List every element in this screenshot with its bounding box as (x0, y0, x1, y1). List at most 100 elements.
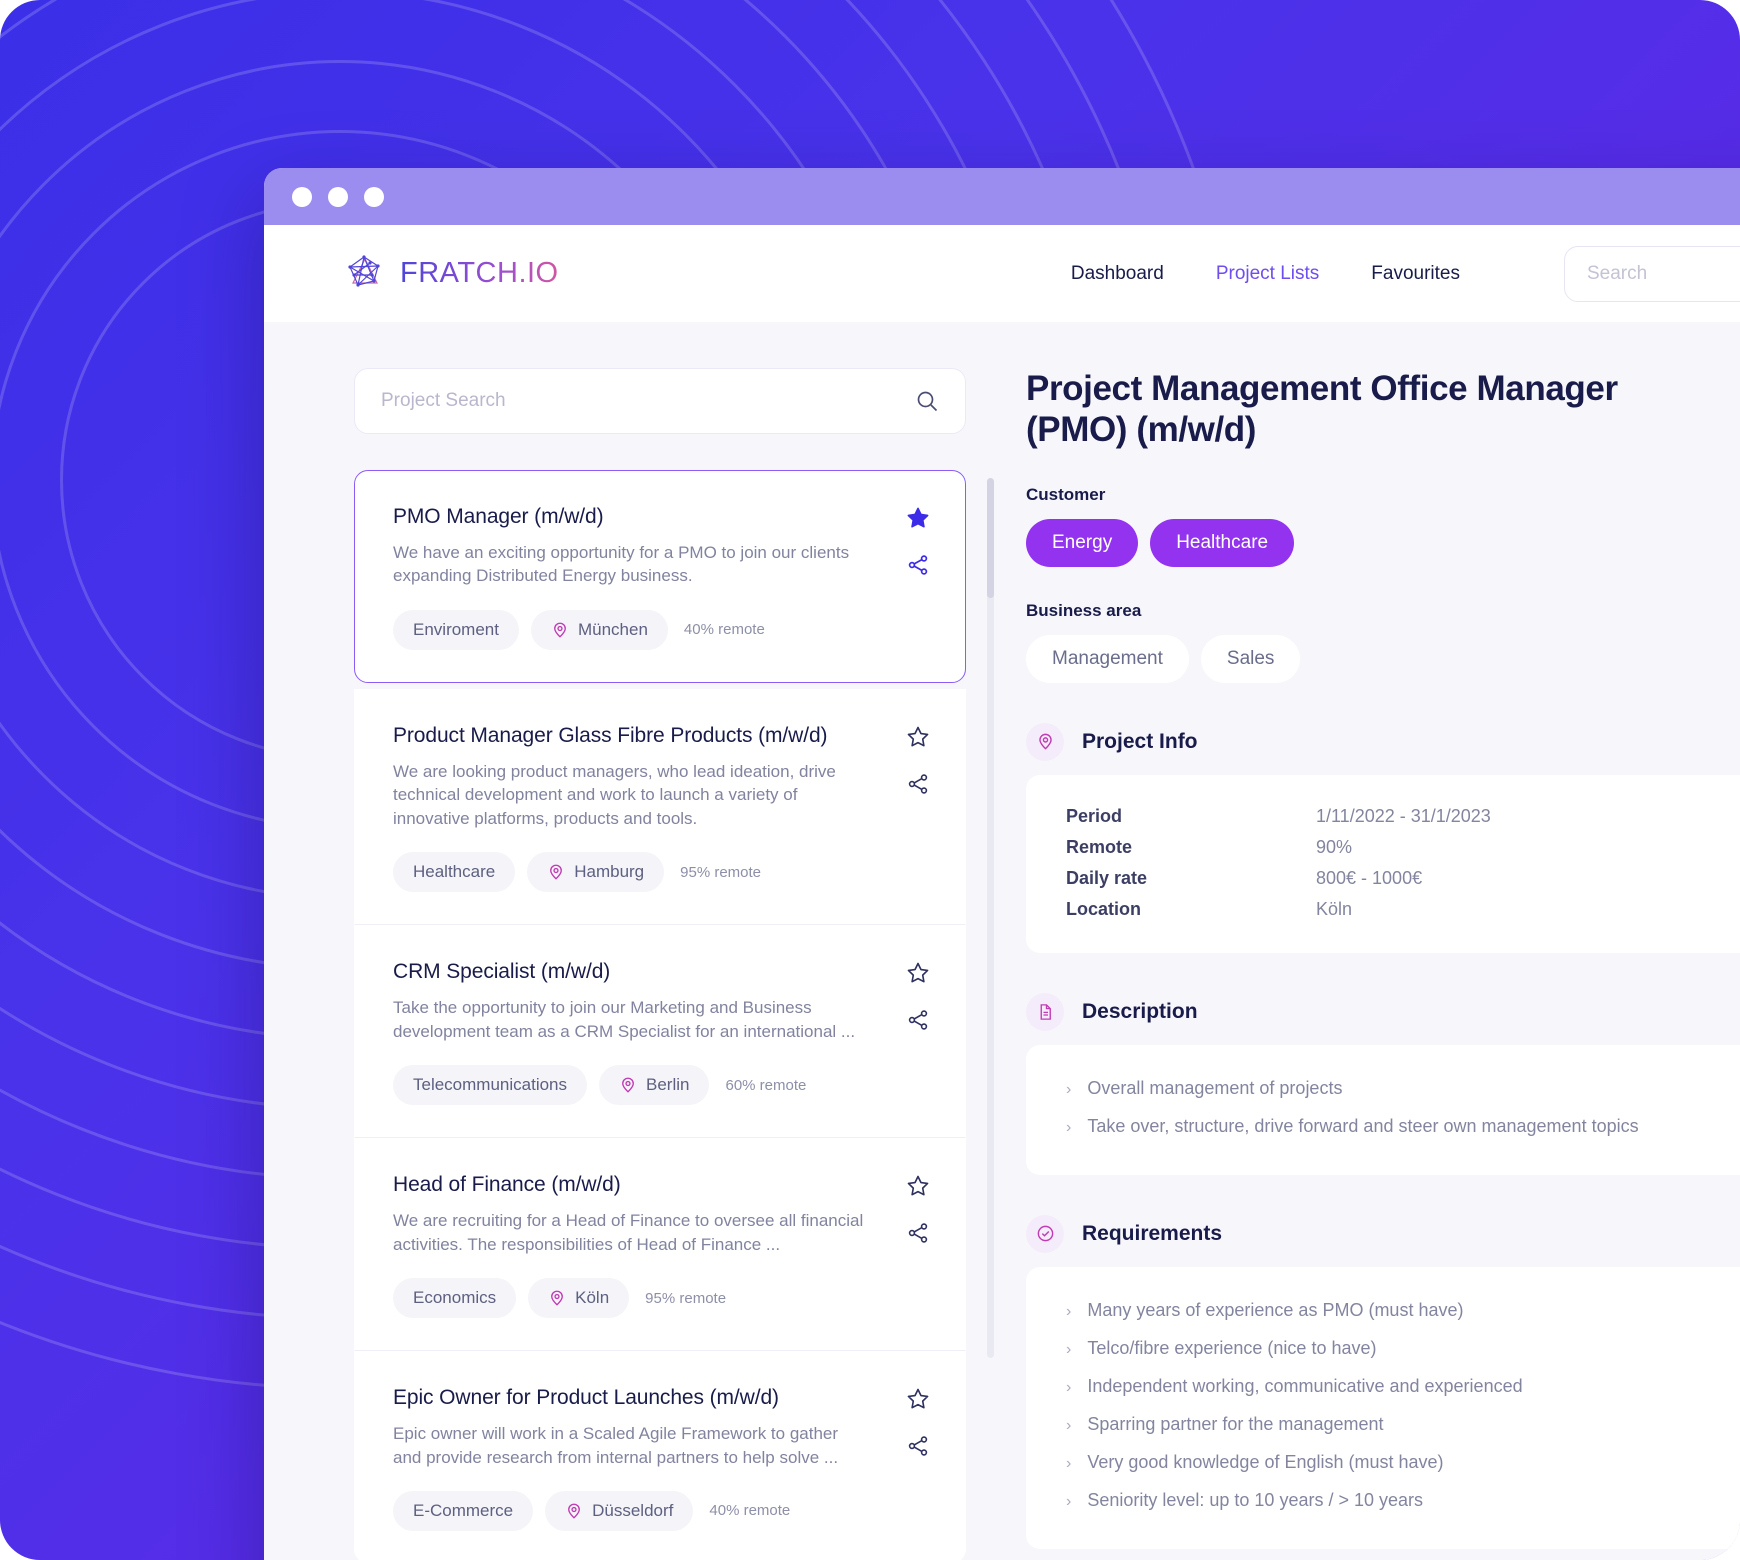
requirement-item: › Sparring partner for the management (1066, 1407, 1740, 1445)
close-window-button[interactable] (292, 186, 312, 207)
project-info-panel: Period 1/11/2022 - 31/1/2023 Remote 90% … (1026, 774, 1740, 953)
description-item: › Overall management of projects (1066, 1071, 1740, 1109)
nav-links: Dashboard Project Lists Favourites (1071, 245, 1740, 302)
project-card[interactable]: Epic Owner for Product Launches (m/w/d) … (354, 1351, 966, 1560)
minimize-window-button[interactable] (328, 186, 348, 207)
requirement-item-text: Many years of experience as PMO (must ha… (1087, 1299, 1464, 1320)
customer-tags: Energy Healthcare (1026, 518, 1740, 567)
global-search-input[interactable] (1587, 262, 1740, 285)
location-pin-icon (565, 1502, 583, 1520)
project-card-chips: Healthcare Hamburg 95% remote (393, 852, 925, 893)
favourite-star-icon[interactable] (905, 505, 931, 531)
project-card-actions (905, 724, 931, 796)
nav-item-favourites[interactable]: Favourites (1371, 263, 1460, 285)
chevron-right-icon: › (1066, 1378, 1072, 1396)
share-icon[interactable] (906, 772, 930, 796)
project-card[interactable]: Product Manager Glass Fibre Products (m/… (354, 688, 966, 926)
location-chip-label: Hamburg (574, 862, 645, 882)
remote-percentage: 95% remote (680, 863, 762, 881)
project-list-panel: PMO Manager (m/w/d) We have an exciting … (264, 322, 994, 1560)
info-value: 90% (1316, 836, 1353, 857)
brand-name: FRATCH.IO (400, 257, 559, 289)
check-circle-icon (1026, 1214, 1064, 1253)
project-card[interactable]: PMO Manager (m/w/d) We have an exciting … (354, 470, 966, 683)
project-card-chips: Enviroment München 40% remote (393, 609, 925, 650)
category-chip: E-Commerce (393, 1490, 534, 1531)
project-card-actions (905, 960, 931, 1032)
favourite-star-icon[interactable] (905, 724, 931, 750)
project-card-description: Take the opportunity to join our Marketi… (393, 998, 856, 1041)
brand-logo[interactable]: FRATCH.IO (344, 253, 559, 295)
description-panel: › Overall management of projects › Take … (1026, 1044, 1740, 1175)
project-cards-list: PMO Manager (m/w/d) We have an exciting … (354, 470, 994, 1560)
search-icon[interactable] (915, 389, 939, 413)
location-chip: Düsseldorf (545, 1490, 694, 1531)
project-card[interactable]: Head of Finance (m/w/d) We are recruitin… (354, 1138, 966, 1352)
window-titlebar (264, 168, 1740, 225)
project-card-title: Epic Owner for Product Launches (m/w/d) (393, 1386, 779, 1410)
project-card-actions (905, 1386, 931, 1458)
description-item-text: Overall management of projects (1087, 1077, 1343, 1098)
info-value: Köln (1316, 898, 1353, 919)
info-key: Period (1066, 805, 1123, 826)
business-area-tag[interactable]: Sales (1200, 634, 1301, 683)
chevron-right-icon: › (1066, 1302, 1072, 1320)
location-chip: Berlin (599, 1065, 710, 1106)
info-row: Remote 90% (1066, 832, 1740, 863)
share-icon[interactable] (906, 1221, 930, 1245)
share-icon[interactable] (906, 1434, 930, 1458)
detail-title: Project Management Office Manager (PMO) … (1026, 369, 1618, 450)
project-card-title: Head of Finance (m/w/d) (393, 1173, 621, 1197)
requirements-title: Requirements (1082, 1221, 1223, 1245)
requirement-item: › Very good knowledge of English (must h… (1066, 1445, 1740, 1483)
favourite-star-icon[interactable] (905, 960, 931, 986)
project-search-input[interactable] (381, 390, 915, 412)
customer-tag[interactable]: Healthcare (1150, 518, 1295, 567)
description-item-text: Take over, structure, drive forward and … (1087, 1115, 1639, 1136)
chevron-right-icon: › (1066, 1492, 1072, 1510)
location-pin-icon (548, 1289, 566, 1307)
network-logo-icon (344, 253, 386, 295)
customer-tag[interactable]: Energy (1026, 518, 1139, 567)
nav-item-dashboard[interactable]: Dashboard (1071, 263, 1164, 285)
info-value: 1/11/2022 - 31/1/2023 (1316, 805, 1491, 826)
favourite-star-icon[interactable] (905, 1386, 931, 1412)
category-chip: Healthcare (393, 852, 516, 893)
location-pin-icon (551, 621, 569, 639)
project-detail-panel: Project Management Office Manager (PMO) … (964, 322, 1740, 1560)
chevron-right-icon: › (1066, 1080, 1072, 1098)
document-icon (1026, 992, 1064, 1031)
project-search[interactable] (354, 368, 966, 434)
project-info-header: Project Info (1026, 722, 1740, 761)
requirement-item-text: Seniority level: up to 10 years / > 10 y… (1087, 1489, 1424, 1510)
remote-percentage: 60% remote (725, 1076, 807, 1094)
project-card-actions (905, 1173, 931, 1245)
project-card-description: We are recruiting for a Head of Finance … (393, 1211, 864, 1254)
location-pin-icon (619, 1076, 637, 1094)
project-info-title: Project Info (1082, 729, 1198, 753)
location-chip: Hamburg (527, 852, 665, 893)
info-value: 800€ - 1000€ (1316, 867, 1423, 888)
requirement-item: › Seniority level: up to 10 years / > 10… (1066, 1483, 1740, 1521)
global-search[interactable] (1564, 245, 1740, 302)
project-card-actions (905, 505, 931, 577)
location-chip-label: München (577, 619, 648, 639)
share-icon[interactable] (906, 1008, 930, 1032)
business-area-tag[interactable]: Management (1026, 634, 1189, 683)
requirement-item: › Independent working, communicative and… (1066, 1369, 1740, 1407)
maximize-window-button[interactable] (364, 186, 384, 207)
chevron-right-icon: › (1066, 1454, 1072, 1472)
info-row: Daily rate 800€ - 1000€ (1066, 863, 1740, 894)
location-chip: München (530, 609, 668, 650)
business-area-tags: Management Sales (1026, 634, 1740, 683)
project-card[interactable]: CRM Specialist (m/w/d) Take the opportun… (354, 925, 966, 1139)
nav-item-project-lists[interactable]: Project Lists (1216, 263, 1319, 285)
location-pin-icon (547, 863, 565, 881)
favourite-star-icon[interactable] (905, 1173, 931, 1199)
share-icon[interactable] (906, 553, 930, 577)
requirement-item-text: Independent working, communicative and e… (1087, 1375, 1523, 1396)
info-row: Period 1/11/2022 - 31/1/2023 (1066, 801, 1740, 832)
requirements-panel: › Many years of experience as PMO (must … (1026, 1266, 1740, 1549)
location-chip-label: Berlin (646, 1075, 690, 1095)
description-title: Description (1082, 999, 1198, 1023)
